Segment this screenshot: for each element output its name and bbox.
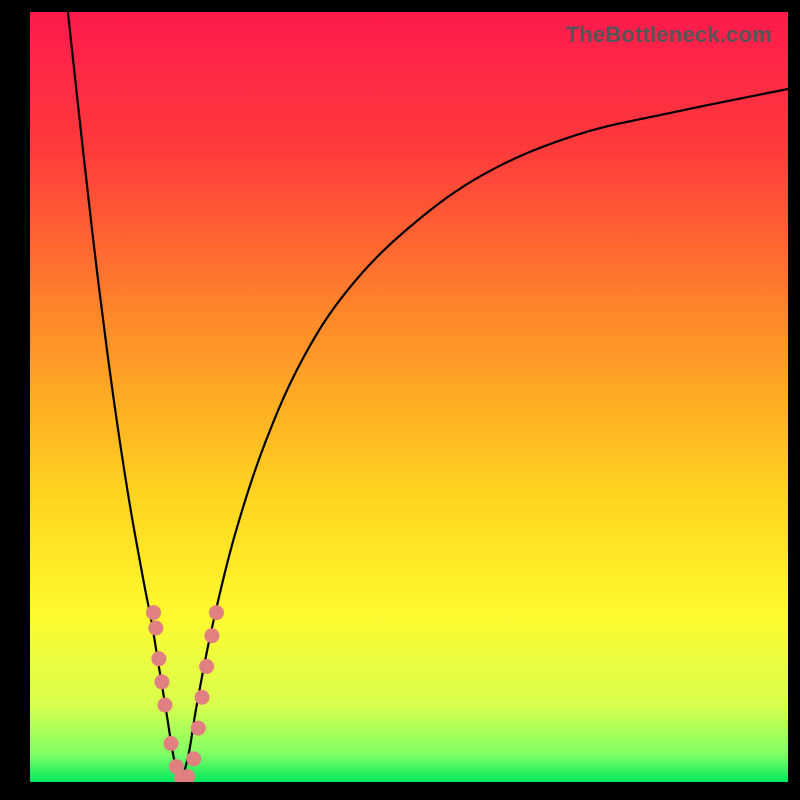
plot-area: TheBottleneck.com [30,12,788,782]
marker-dot [186,751,201,766]
chart-svg [30,12,788,782]
marker-dot [209,605,224,620]
marker-dot [151,651,166,666]
marker-dot [191,721,206,736]
watermark-text: TheBottleneck.com [566,22,772,48]
marker-dot [204,628,219,643]
marker-dot [163,736,178,751]
marker-dot [199,659,214,674]
marker-dot [195,690,210,705]
marker-dot [157,698,172,713]
gradient-rect [30,12,788,782]
marker-dot [154,674,169,689]
outer-frame: TheBottleneck.com [0,0,800,800]
marker-dot [148,621,163,636]
marker-dot [146,605,161,620]
